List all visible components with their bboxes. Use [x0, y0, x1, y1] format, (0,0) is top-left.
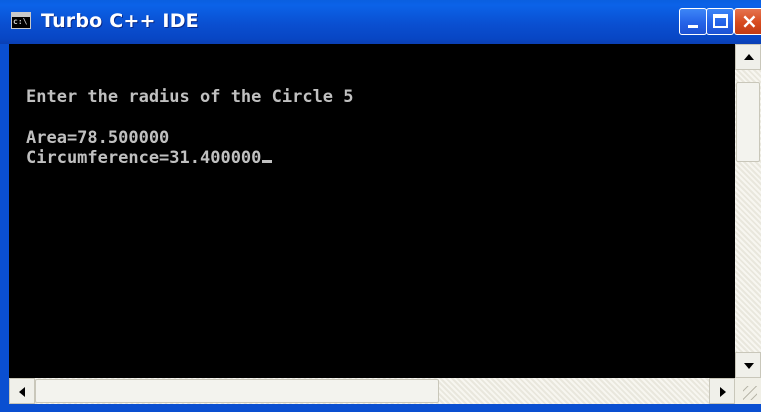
close-button[interactable]: × [734, 8, 761, 35]
arrow-up-icon [744, 54, 754, 60]
window-frame-bottom [0, 404, 761, 412]
scroll-right-button[interactable] [709, 378, 735, 404]
scroll-up-button[interactable] [735, 44, 761, 70]
arrow-right-icon [720, 387, 726, 397]
console-line-circumference: Circumference=31.400000 [26, 148, 273, 168]
console-line-area: Area=78.500000 [26, 128, 170, 148]
console-icon[interactable]: c:\ [11, 12, 31, 29]
arrow-left-icon [19, 387, 25, 397]
text-cursor [262, 160, 273, 163]
maximize-button[interactable] [706, 8, 734, 35]
horizontal-scrollbar[interactable] [9, 378, 735, 404]
console-icon-glyph: c:\ [13, 17, 28, 26]
horizontal-scroll-thumb[interactable] [35, 379, 439, 403]
title-bar[interactable]: c:\ Turbo C++ IDE × [0, 0, 761, 44]
scroll-left-button[interactable] [9, 378, 35, 404]
resize-grip[interactable] [735, 378, 761, 404]
console-line-prompt: Enter the radius of the Circle 5 [26, 87, 354, 107]
scroll-down-button[interactable] [735, 352, 761, 378]
close-icon: × [741, 9, 758, 33]
maximize-icon [713, 14, 728, 28]
arrow-down-icon [744, 363, 754, 369]
console-output[interactable]: Enter the radius of the Circle 5 Area=78… [9, 44, 735, 378]
minimize-button[interactable] [679, 8, 707, 35]
vertical-scrollbar[interactable] [735, 44, 761, 378]
minimize-icon [688, 25, 698, 28]
window-title: Turbo C++ IDE [41, 10, 199, 32]
vertical-scroll-thumb[interactable] [736, 82, 760, 162]
console-window: c:\ Turbo C++ IDE × Enter the radius of … [0, 0, 761, 412]
resize-grip-icon [743, 386, 757, 400]
window-frame-left [0, 44, 9, 412]
console-line-circumference-text: Circumference=31.400000 [26, 148, 262, 168]
